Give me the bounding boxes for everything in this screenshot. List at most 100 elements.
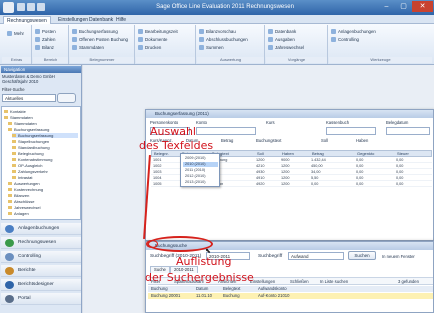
ribbon-op-buchung-label: Offenen Posten Buchung [79,37,128,42]
konto-field[interactable] [196,127,256,135]
ribbon-group-bereich: Posten Zahlen Bilanz Bereich [33,25,69,64]
module-portal[interactable]: Portal [1,293,81,305]
module-icon [5,267,14,275]
column-header[interactable]: Steuer [397,151,409,157]
tree-node[interactable]: Stapelbuchungen [12,139,49,144]
ribbon-buchungserfassung[interactable]: Buchungserfassung [72,28,118,35]
app-icon[interactable] [3,2,14,13]
tree-node[interactable]: Kontenabstimmung [12,157,52,162]
tree-node[interactable]: Bilanzen [8,193,29,198]
search-button[interactable]: Suchen [348,251,376,260]
module-anlagenbuchungen[interactable]: Anlagenbuchungen [1,223,81,235]
ribbon-dokumente[interactable]: Dokumente [138,36,167,43]
tree-node-label: Stapelbuchungen [18,139,50,144]
tree-node-selected[interactable]: Buchungserfassung [12,133,78,138]
column-header[interactable]: Soll [257,151,264,157]
dropdown-option-selected[interactable]: 2010 (2010) [183,162,218,167]
sidebar-select[interactable]: Aktuelles [2,94,56,102]
ribbon-bilanzvorschau[interactable]: Bilanzvorschau [199,28,236,35]
tree-node[interactable]: Auswertungen [8,181,40,186]
tree-node[interactable]: Abschlüsse [8,199,34,204]
ribbon-zahlen[interactable]: Zahlen [35,36,55,43]
search-input[interactable]: Aufwand [288,252,344,260]
module-berichte[interactable]: Berichte [1,265,81,277]
tree-node[interactable]: Kontakte [4,109,26,114]
column-header[interactable]: Datum [196,286,208,292]
ribbon-ausgaben[interactable]: Ausgaben [268,36,295,43]
close-button[interactable]: ✕ [412,1,433,12]
ribbon-controlling[interactable]: Controlling [331,36,359,43]
belegdatum-field[interactable] [386,127,430,135]
kassenbuch-field[interactable] [326,127,376,135]
ribbon-bilanz[interactable]: Bilanz [35,44,54,51]
ribbon-group-auswertung: Bilanzvorschau Abschlussbuchungen Summen… [197,25,265,64]
redo-icon[interactable] [37,3,45,11]
result-row[interactable]: Buchung 20001 11.01.10 Buchung Auf-Konto… [148,293,433,299]
list-search-button[interactable]: In Liste suchen [320,279,348,285]
ribbon-datenbank[interactable]: Datenbank [268,28,296,35]
ribbon-abschlussbuchungen[interactable]: Abschlussbuchungen [199,36,248,43]
module-icon [5,295,14,303]
application-window: Sage Office Line Evaluation 2011 Rechnun… [0,0,434,313]
cell: 0,00 [396,176,404,180]
undo-icon[interactable] [27,3,35,11]
tab-datenbank[interactable]: Datenbank [86,16,116,24]
cell: 0,00 [311,182,319,186]
tree-node[interactable]: Stammdaten [4,115,33,120]
tree-node[interactable]: Kostenrechnung [8,187,43,192]
save-icon[interactable] [17,3,25,11]
dropdown-option[interactable]: 2011 (2010) [183,168,218,173]
tree-node[interactable]: Anlagen [8,211,29,216]
tree-node[interactable]: Jahreswechsel [8,205,40,210]
ribbon-jahreswechsel[interactable]: Jahreswechsel [268,44,304,51]
maximize-button[interactable]: ▢ [395,1,412,12]
ribbon-anlagenbuchungen-label: Anlagenbuchungen [338,29,376,34]
column-header[interactable]: Aufwandskonto [258,286,287,292]
cell: 1004 [153,176,162,180]
tab-rechnungswesen[interactable]: Rechnungswesen [3,16,51,24]
module-rechnungswesen[interactable]: Rechnungswesen [1,237,81,249]
tree-node[interactable]: Zahlungsverkehr [12,169,48,174]
ribbon-anlagenbuchungen[interactable]: Anlagenbuchungen [331,28,376,35]
module-berichtsdesigner[interactable]: Berichtsdesigner [1,279,81,291]
tree-node[interactable]: Stammdaten [8,121,37,126]
tab-hilfe[interactable]: Hilfe [113,16,129,24]
ribbon-posten[interactable]: Posten [35,28,56,35]
ribbon-stammdaten[interactable]: Stammdaten [72,44,104,51]
dropdown-option[interactable]: 2012 (2010) [183,174,218,179]
period-dropdown-list[interactable]: 2009 (2010) 2010 (2010) 2011 (2010) 2012… [180,153,220,187]
tree-node[interactable]: Belegbuchung [12,151,44,156]
ribbon-op-buchung[interactable]: Offenen Posten Buchung [72,36,128,43]
ribbon-abschlussbuchungen-label: Abschlussbuchungen [206,37,248,42]
minimize-button[interactable]: – [378,1,395,12]
sidebar-select-button[interactable] [57,93,76,103]
annotation-suchergebnisse: der Suchergebnisse [145,271,254,284]
tree-node[interactable]: OP-Ausgleich [12,163,42,168]
tree-node-label: Buchungserfassung [18,133,54,138]
column-header[interactable]: Belegtext [223,286,240,292]
sidebar-header: Navigation [1,66,81,73]
tree-node-label: Stammdaten [14,121,37,126]
tree-node-label: Auswertungen [14,181,40,186]
dropdown-option[interactable]: 2009 (2010) [183,156,218,161]
module-controlling[interactable]: Controlling [1,251,81,263]
navigation-sidebar: Navigation Musterdaten & Demo GmbH Gesch… [0,65,82,313]
ribbon-group-vorgaenge: Datenbank Ausgaben Jahreswechsel Vorgäng… [266,25,328,64]
dropdown-option[interactable]: 2013 (2010) [183,180,218,185]
column-header[interactable]: Haben [282,151,294,157]
tree-node[interactable]: Intrastat [12,175,32,180]
ribbon-controlling-label: Controlling [338,37,359,42]
column-header[interactable]: Gegenkto [357,151,374,157]
close-list-button[interactable]: Schließen [290,279,309,285]
column-header[interactable]: Buchung [151,286,168,292]
ribbon-bearbeitungszeit[interactable]: Bearbeitungszeit [138,28,178,35]
ribbon-summen[interactable]: Summen [199,44,224,51]
tree-node[interactable]: Standardbuchung [12,145,50,150]
new-window-checkbox[interactable]: In neuem Fenster [382,253,415,260]
column-header[interactable]: Betrag [312,151,324,157]
module-icon [5,253,14,261]
cell: Buchung [223,293,240,298]
ribbon-mehr[interactable]: Mehr [7,30,24,37]
tree-node[interactable]: Buchungserfassung [8,127,49,132]
ribbon-drucken[interactable]: Drucken [138,44,161,51]
